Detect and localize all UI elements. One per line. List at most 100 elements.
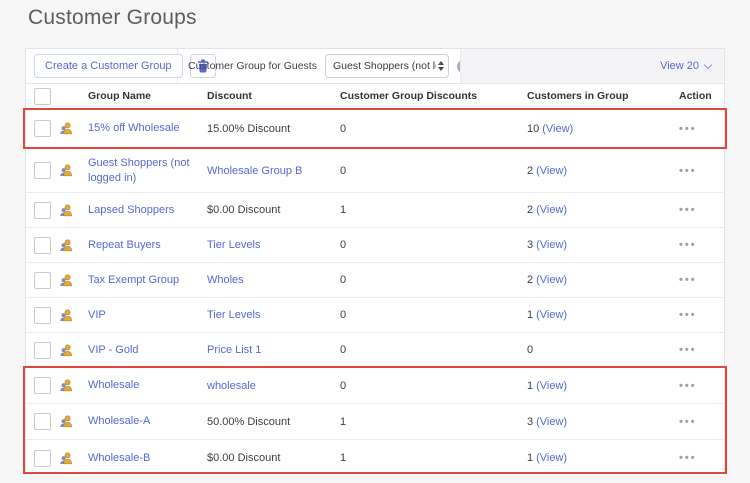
guest-group-label: Customer Group for Guests xyxy=(188,60,317,72)
row-actions-button[interactable]: ••• xyxy=(679,416,697,428)
row-actions-button[interactable]: ••• xyxy=(679,239,697,251)
customer-group-discounts-value: 1 xyxy=(333,204,521,216)
customer-group-discounts-value: 0 xyxy=(333,274,521,286)
guest-group-select[interactable]: Guest Shoppers (not logg xyxy=(325,54,449,78)
view-customers-link[interactable]: (View) xyxy=(536,204,567,216)
view-customers-link[interactable]: (View) xyxy=(536,309,567,321)
row-checkbox[interactable] xyxy=(34,202,51,219)
customer-group-icon xyxy=(59,309,73,322)
discount-value: $0.00 Discount xyxy=(200,204,333,216)
row-checkbox[interactable] xyxy=(34,342,51,359)
group-name-link[interactable]: Tax Exempt Group xyxy=(88,274,179,286)
customer-group-icon xyxy=(59,204,73,217)
customers-count: 1 xyxy=(527,309,533,321)
customer-groups-panel: Create a Customer Group Customer Group f… xyxy=(25,48,725,475)
group-name-link[interactable]: Wholesale xyxy=(88,379,139,391)
view-customers-link[interactable]: (View) xyxy=(536,165,567,177)
discount-value[interactable]: Tier Levels xyxy=(200,309,333,321)
row-actions-button[interactable]: ••• xyxy=(679,274,697,286)
group-name-link[interactable]: VIP - Gold xyxy=(88,344,139,356)
row-checkbox[interactable] xyxy=(34,237,51,254)
customer-group-icon xyxy=(59,239,73,252)
toolbar: Create a Customer Group Customer Group f… xyxy=(26,49,724,84)
view-customers-link[interactable]: (View) xyxy=(536,239,567,251)
customers-count: 1 xyxy=(527,380,533,392)
toolbar-left-section: Create a Customer Group xyxy=(26,49,178,83)
row-actions-button[interactable]: ••• xyxy=(679,344,697,356)
customers-count: 3 xyxy=(527,416,533,428)
customer-group-icon xyxy=(59,344,73,357)
row-actions-button[interactable]: ••• xyxy=(679,452,697,464)
customers-count: 10 xyxy=(527,123,539,135)
row-actions-button[interactable]: ••• xyxy=(679,165,697,177)
table-row: Lapsed Shoppers $0.00 Discount 1 2(View)… xyxy=(26,193,724,228)
table-row: VIP Tier Levels 0 1(View) ••• xyxy=(26,298,724,333)
customers-count: 0 xyxy=(527,344,533,356)
select-all-checkbox[interactable] xyxy=(34,88,51,105)
group-name-link[interactable]: Repeat Buyers xyxy=(88,239,161,251)
table-row: Wholesale-B $0.00 Discount 1 1(View) ••• xyxy=(26,440,724,476)
row-actions-button[interactable]: ••• xyxy=(679,204,697,216)
chevron-down-icon xyxy=(704,60,712,68)
customer-group-icon xyxy=(59,452,73,465)
discount-value[interactable]: wholesale xyxy=(200,380,333,392)
group-name-link[interactable]: Guest Shoppers (not logged in) xyxy=(88,157,190,184)
group-name-link[interactable]: VIP xyxy=(88,309,106,321)
discount-value[interactable]: Tier Levels xyxy=(200,239,333,251)
group-name-link[interactable]: 15% off Wholesale xyxy=(88,122,180,134)
discount-value: 50.00% Discount xyxy=(200,416,333,428)
customer-groups-page: Customer Groups Create a Customer Group … xyxy=(0,0,750,483)
discount-value: 15.00% Discount xyxy=(200,123,333,135)
view-customers-link[interactable]: (View) xyxy=(536,380,567,392)
view-customers-link[interactable]: (View) xyxy=(542,123,573,135)
customers-count: 1 xyxy=(527,452,533,464)
group-name-link[interactable]: Lapsed Shoppers xyxy=(88,204,174,216)
customer-group-discounts-value: 0 xyxy=(333,344,521,356)
page-title: Customer Groups xyxy=(28,6,197,30)
guest-group-select-value: Guest Shoppers (not logg xyxy=(333,60,436,72)
row-checkbox[interactable] xyxy=(34,377,51,394)
discount-value[interactable]: Wholes xyxy=(200,274,333,286)
column-header-action: Action xyxy=(661,90,724,102)
select-stepper-icon xyxy=(438,61,444,71)
discount-value[interactable]: Wholesale Group B xyxy=(200,165,333,177)
view-customers-link[interactable]: (View) xyxy=(536,452,567,464)
table-row: VIP - Gold Price List 1 0 0 ••• xyxy=(26,333,724,368)
table-row: Wholesale-A 50.00% Discount 1 3(View) ••… xyxy=(26,404,724,440)
customer-group-discounts-value: 0 xyxy=(333,309,521,321)
customer-group-icon xyxy=(59,122,73,135)
table-row: Repeat Buyers Tier Levels 0 3(View) ••• xyxy=(26,228,724,263)
column-header-customer-group-discounts: Customer Group Discounts xyxy=(333,90,521,102)
row-checkbox[interactable] xyxy=(34,413,51,430)
group-name-link[interactable]: Wholesale-A xyxy=(88,415,150,427)
customer-group-discounts-value: 0 xyxy=(333,239,521,251)
view-customers-link[interactable]: (View) xyxy=(536,274,567,286)
customers-count: 2 xyxy=(527,165,533,177)
row-checkbox[interactable] xyxy=(34,450,51,467)
customer-group-icon xyxy=(59,379,73,392)
customer-group-icon xyxy=(59,274,73,287)
table-row: Guest Shoppers (not logged in) Wholesale… xyxy=(26,149,724,193)
table-row: 15% off Wholesale 15.00% Discount 0 10(V… xyxy=(26,109,724,149)
table-row: Tax Exempt Group Wholes 0 2(View) ••• xyxy=(26,263,724,298)
table-header: Group Name Discount Customer Group Disco… xyxy=(26,84,724,109)
customer-group-discounts-value: 0 xyxy=(333,380,521,392)
view-count-label: View 20 xyxy=(660,60,699,72)
row-checkbox[interactable] xyxy=(34,162,51,179)
customer-group-icon xyxy=(59,415,73,428)
group-name-link[interactable]: Wholesale-B xyxy=(88,452,150,464)
view-count-dropdown[interactable]: View 20 xyxy=(660,60,711,72)
customers-count: 2 xyxy=(527,274,533,286)
create-customer-group-button[interactable]: Create a Customer Group xyxy=(34,54,183,78)
discount-value[interactable]: Price List 1 xyxy=(200,344,333,356)
toolbar-guest-group-section: Customer Group for Guests Guest Shoppers… xyxy=(178,49,461,83)
table-body: 15% off Wholesale 15.00% Discount 0 10(V… xyxy=(26,109,724,476)
view-customers-link[interactable]: (View) xyxy=(536,416,567,428)
row-actions-button[interactable]: ••• xyxy=(679,309,697,321)
customers-count: 3 xyxy=(527,239,533,251)
row-checkbox[interactable] xyxy=(34,307,51,324)
row-actions-button[interactable]: ••• xyxy=(679,380,697,392)
row-actions-button[interactable]: ••• xyxy=(679,123,697,135)
row-checkbox[interactable] xyxy=(34,272,51,289)
row-checkbox[interactable] xyxy=(34,120,51,137)
